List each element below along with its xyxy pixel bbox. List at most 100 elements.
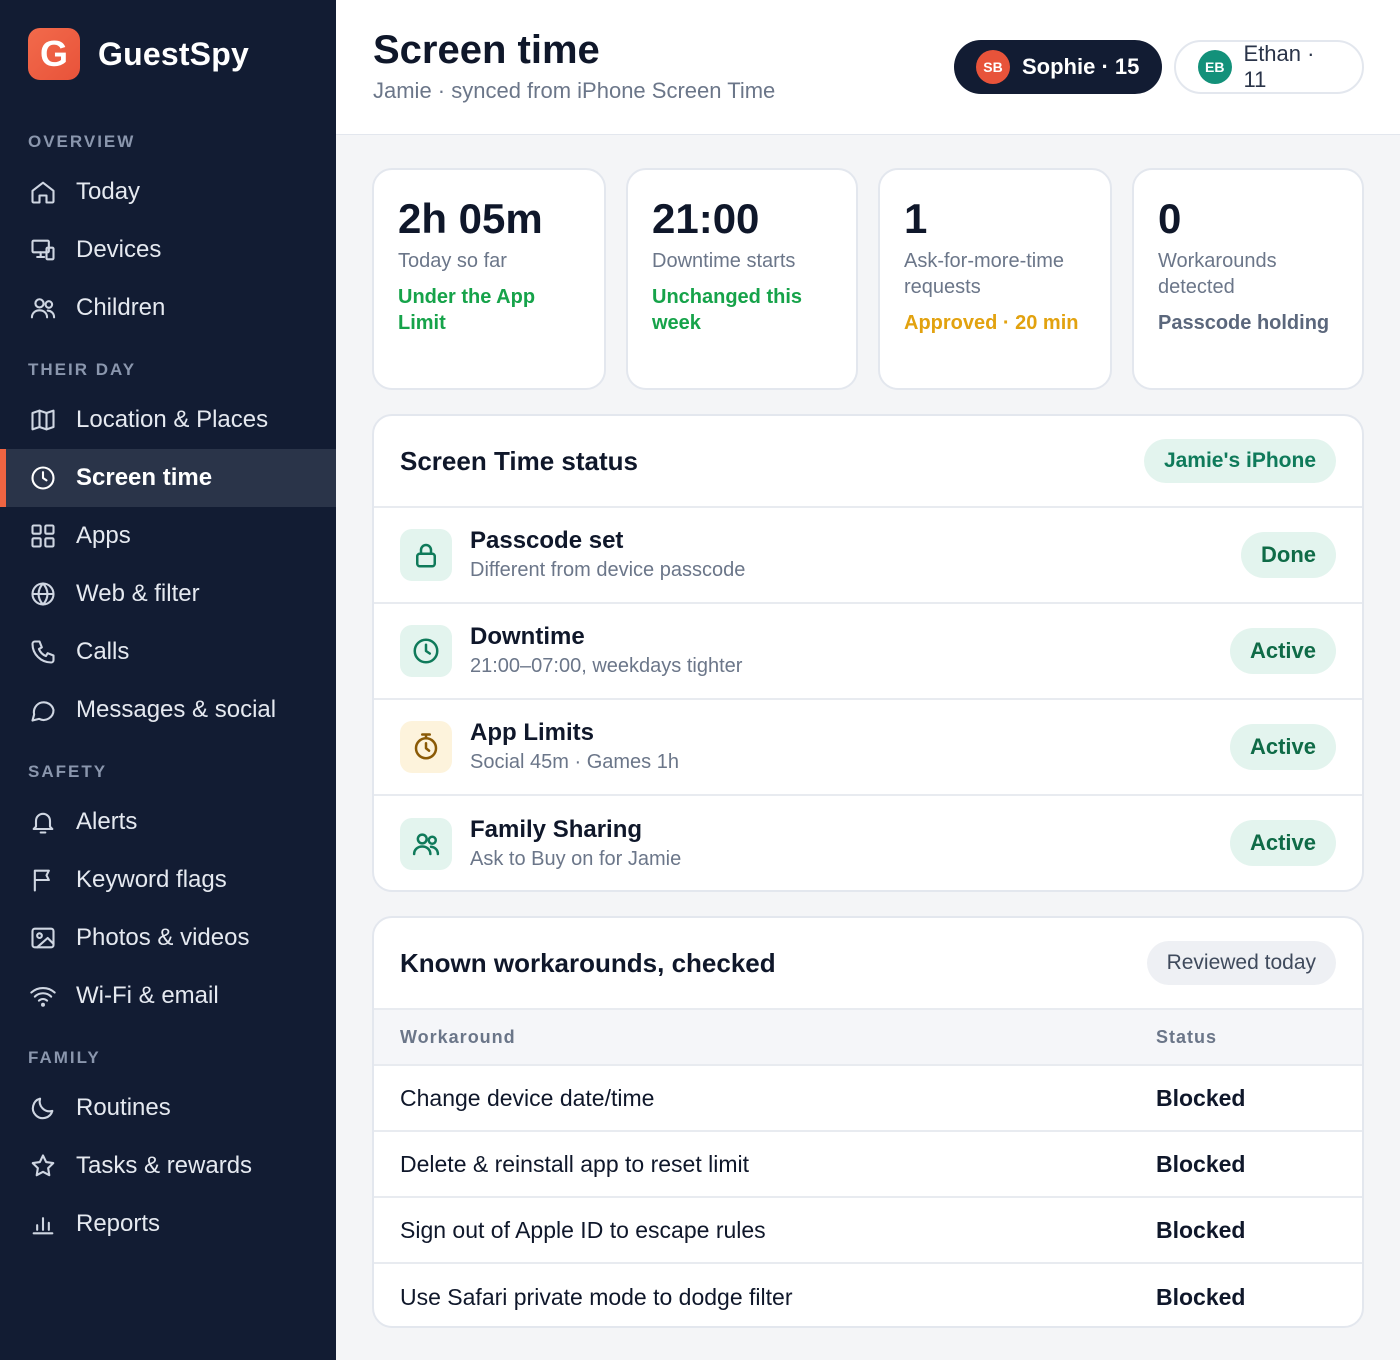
sidebar-item-alerts[interactable]: Alerts bbox=[0, 793, 336, 851]
status-row-passcode[interactable]: Passcode set Different from device passc… bbox=[374, 508, 1362, 604]
workaround-cell: Use Safari private mode to dodge filter bbox=[400, 1283, 793, 1310]
chat-icon bbox=[28, 695, 58, 725]
status-title: Family Sharing bbox=[470, 816, 643, 843]
bell-icon bbox=[28, 807, 58, 837]
sidebar-item-label: Children bbox=[76, 294, 166, 321]
sidebar-item-web-filter[interactable]: Web & filter bbox=[0, 565, 336, 623]
sidebar-item-label: Calls bbox=[76, 638, 130, 665]
status-desc: Ask to Buy on for Jamie bbox=[470, 848, 682, 870]
sidebar-item-wifi-email[interactable]: Wi-Fi & email bbox=[0, 967, 336, 1025]
sidebar-item-label: Messages & social bbox=[76, 696, 277, 723]
brand-name: GuestSpy bbox=[98, 35, 249, 72]
device-pill[interactable]: Jamie's iPhone bbox=[1143, 439, 1336, 483]
stat-note: Unchanged this week bbox=[652, 286, 803, 335]
stat-label: Today so far bbox=[398, 250, 507, 273]
panel-header: Screen Time status Jamie's iPhone bbox=[374, 416, 1362, 508]
stat-value: 21:00 bbox=[652, 195, 760, 242]
section-label-safety: SAFETY bbox=[28, 762, 108, 781]
child-switch-ethan[interactable]: EB Ethan · 11 bbox=[1174, 40, 1364, 94]
stat-note: Approved · 20 min bbox=[904, 312, 1079, 335]
stat-value: 2h 05m bbox=[398, 195, 543, 242]
status-badge: Active bbox=[1229, 820, 1336, 866]
grid-icon bbox=[28, 521, 58, 551]
status-badge: Active bbox=[1229, 724, 1336, 770]
section-label-overview: OVERVIEW bbox=[28, 132, 136, 151]
map-icon bbox=[28, 405, 58, 435]
stat-note: Passcode holding bbox=[1158, 312, 1330, 335]
bar-chart-icon bbox=[28, 1209, 58, 1239]
sidebar-item-tasks[interactable]: Tasks & rewards bbox=[0, 1137, 336, 1195]
stat-card-workarounds: 0 Workarounds detected Passcode holding bbox=[1132, 168, 1364, 390]
globe-icon bbox=[28, 579, 58, 609]
sidebar-item-label: Alerts bbox=[76, 808, 138, 835]
status-badge: Active bbox=[1229, 628, 1336, 674]
sidebar-item-label: Photos & videos bbox=[76, 924, 250, 951]
flag-icon bbox=[28, 865, 58, 895]
clock-icon bbox=[400, 625, 452, 677]
lock-icon bbox=[400, 529, 452, 581]
sidebar-item-keyword-flags[interactable]: Keyword flags bbox=[0, 851, 336, 909]
sidebar-item-messages[interactable]: Messages & social bbox=[0, 681, 336, 739]
sidebar-item-devices[interactable]: Devices bbox=[0, 221, 336, 279]
panel-title: Screen Time status bbox=[400, 445, 638, 476]
sidebar-item-routines[interactable]: Routines bbox=[0, 1079, 336, 1137]
table-row[interactable]: Delete & reinstall app to reset limit Bl… bbox=[374, 1132, 1362, 1198]
column-header-workaround: Workaround bbox=[400, 1026, 516, 1047]
sidebar-item-label: Location & Places bbox=[76, 406, 269, 433]
sidebar-item-children[interactable]: Children bbox=[0, 279, 336, 337]
status-desc: 21:00–07:00, weekdays tighter bbox=[470, 655, 743, 677]
sidebar-item-apps[interactable]: Apps bbox=[0, 507, 336, 565]
brand[interactable]: G GuestSpy bbox=[28, 28, 249, 80]
table-header: Workaround Status bbox=[374, 1010, 1362, 1066]
sidebar-item-photos[interactable]: Photos & videos bbox=[0, 909, 336, 967]
sidebar-item-screen-time[interactable]: Screen time bbox=[0, 449, 336, 507]
status-title: Downtime bbox=[470, 623, 585, 650]
sidebar-item-label: Routines bbox=[76, 1094, 171, 1121]
sidebar-item-label: Today bbox=[76, 178, 141, 205]
stat-label: Ask-for-more-time requests bbox=[904, 250, 1065, 299]
stat-label: Downtime starts bbox=[652, 250, 796, 273]
wifi-icon bbox=[28, 981, 58, 1011]
sidebar-item-label: Devices bbox=[76, 236, 162, 263]
phone-icon bbox=[28, 637, 58, 667]
stat-value: 1 bbox=[904, 195, 928, 242]
child-switch-sophie[interactable]: SB Sophie · 15 bbox=[954, 40, 1162, 94]
sidebar-item-today[interactable]: Today bbox=[0, 163, 336, 221]
sidebar-item-label: Apps bbox=[76, 522, 131, 549]
stat-note: Under the App Limit bbox=[398, 286, 536, 335]
stat-value: 0 bbox=[1158, 195, 1182, 242]
clock-icon bbox=[28, 463, 58, 493]
stat-label: Workarounds detected bbox=[1158, 250, 1277, 299]
workaround-cell: Delete & reinstall app to reset limit bbox=[400, 1150, 749, 1177]
sidebar-item-calls[interactable]: Calls bbox=[0, 623, 336, 681]
status-row-family-sharing[interactable]: Family Sharing Ask to Buy on for Jamie A… bbox=[374, 796, 1362, 890]
status-cell: Blocked bbox=[1156, 1216, 1246, 1243]
workarounds-panel: Known workarounds, checked Reviewed toda… bbox=[372, 916, 1364, 1328]
status-desc: Different from device passcode bbox=[470, 559, 746, 581]
table-row[interactable]: Sign out of Apple ID to escape rules Blo… bbox=[374, 1198, 1362, 1264]
sidebar-item-label: Web & filter bbox=[76, 580, 200, 607]
sidebar-item-label: Tasks & rewards bbox=[76, 1152, 253, 1179]
status-title: App Limits bbox=[470, 719, 594, 746]
sidebar-item-label: Screen time bbox=[76, 464, 213, 491]
stopwatch-icon bbox=[400, 721, 452, 773]
sidebar-item-label: Wi-Fi & email bbox=[76, 982, 219, 1009]
sidebar-item-reports[interactable]: Reports bbox=[0, 1195, 336, 1253]
devices-icon bbox=[28, 235, 58, 265]
column-header-status: Status bbox=[1156, 1026, 1218, 1047]
users-icon bbox=[28, 293, 58, 323]
image-icon bbox=[28, 923, 58, 953]
sidebar-item-location[interactable]: Location & Places bbox=[0, 391, 336, 449]
table-row[interactable]: Change device date/time Blocked bbox=[374, 1066, 1362, 1132]
avatar: EB bbox=[1198, 50, 1232, 84]
section-label-family: FAMILY bbox=[28, 1048, 101, 1067]
status-cell: Blocked bbox=[1156, 1084, 1246, 1111]
status-row-downtime[interactable]: Downtime 21:00–07:00, weekdays tighter A… bbox=[374, 604, 1362, 700]
child-label: Ethan · 11 bbox=[1243, 41, 1315, 92]
status-row-app-limits[interactable]: App Limits Social 45m · Games 1h Active bbox=[374, 700, 1362, 796]
panel-title: Known workarounds, checked bbox=[400, 947, 776, 978]
child-label: Sophie · 15 bbox=[1022, 54, 1140, 79]
page-header: Screen time Jamie · synced from iPhone S… bbox=[336, 0, 1400, 135]
status-badge: Done bbox=[1241, 532, 1336, 578]
table-row[interactable]: Use Safari private mode to dodge filter … bbox=[374, 1264, 1362, 1326]
